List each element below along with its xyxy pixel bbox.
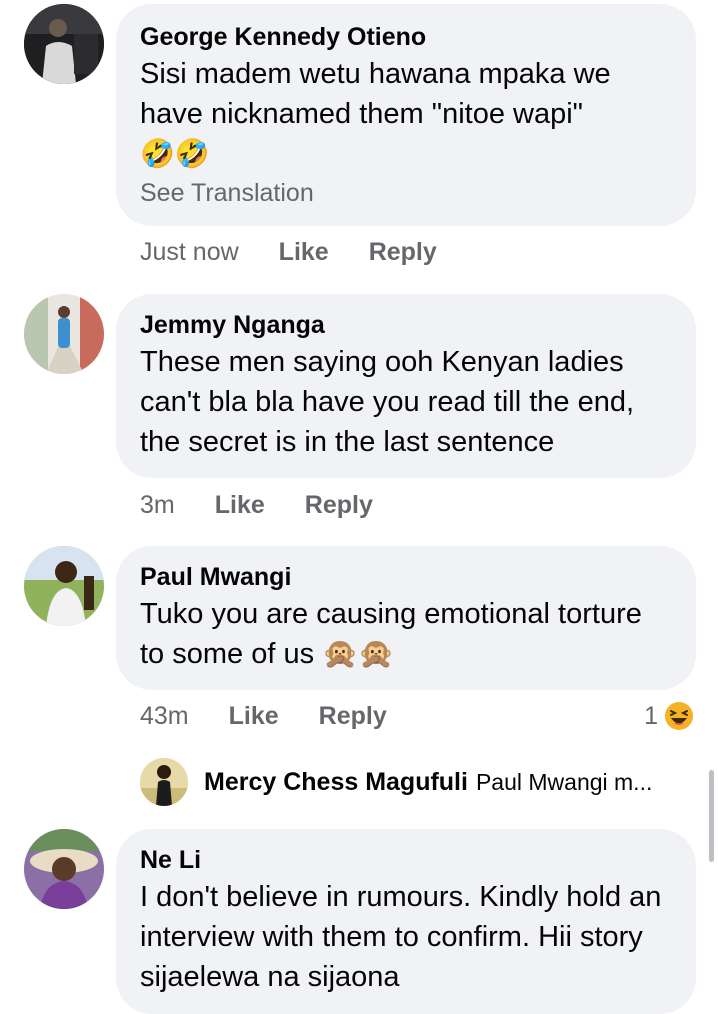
- reply-author-name[interactable]: Mercy Chess Magufuli: [204, 768, 468, 797]
- avatar[interactable]: [24, 294, 104, 374]
- commenter-name[interactable]: Paul Mwangi: [140, 560, 672, 594]
- see-translation-link[interactable]: See Translation: [140, 176, 672, 210]
- rolling-laughing-emoji-icon: 🤣🤣: [140, 138, 210, 169]
- comment-text: Sisi madem wetu hawana mpaka we have nic…: [140, 58, 611, 130]
- commenter-name[interactable]: Ne Li: [140, 843, 672, 877]
- reply-button[interactable]: Reply: [305, 491, 373, 520]
- reply-preview[interactable]: Mercy Chess Magufuli Paul Mwangi m...: [140, 757, 700, 807]
- commenter-name[interactable]: George Kennedy Otieno: [140, 20, 672, 54]
- commenter-name[interactable]: Jemmy Nganga: [140, 308, 672, 342]
- comment-bubble: Ne Li I don't believe in rumours. Kindly…: [116, 829, 696, 1014]
- avatar[interactable]: [24, 4, 104, 84]
- comment-timestamp: Just now: [140, 237, 239, 266]
- avatar[interactable]: [24, 546, 104, 626]
- reply-button[interactable]: Reply: [319, 702, 387, 731]
- person-photo-icon: [140, 758, 188, 806]
- comment-bubble: George Kennedy Otieno Sisi madem wetu ha…: [116, 4, 696, 226]
- like-button[interactable]: Like: [279, 238, 329, 267]
- comment-text: These men saying ooh Kenyan ladies can't…: [140, 346, 635, 458]
- avatar[interactable]: [140, 758, 188, 806]
- comment-actions: 3m Like Reply: [140, 485, 413, 525]
- avatar[interactable]: [24, 829, 104, 909]
- person-photo-icon: [24, 546, 104, 626]
- reaction-count: 1: [644, 701, 658, 730]
- scrollbar[interactable]: [709, 770, 714, 862]
- comment-timestamp: 3m: [140, 490, 175, 519]
- reply-snippet: Paul Mwangi m...: [475, 768, 653, 795]
- comment-bubble: Paul Mwangi Tuko you are causing emotion…: [116, 546, 696, 690]
- reply-button[interactable]: Reply: [369, 238, 437, 267]
- comment-actions: Just now Like Reply: [140, 232, 477, 272]
- comment-text: I don't believe in rumours. Kindly hold …: [140, 881, 662, 993]
- comment-timestamp: 43m: [140, 701, 189, 730]
- comment-text: Tuko you are causing emotional torture t…: [140, 594, 672, 674]
- laughing-emoji-icon: [663, 700, 695, 732]
- person-photo-icon: [24, 294, 104, 374]
- person-photo-icon: [24, 4, 104, 84]
- like-button[interactable]: Like: [215, 491, 265, 520]
- see-no-evil-monkey-emoji-icon: 🙊🙊: [322, 638, 395, 670]
- person-photo-icon: [24, 829, 104, 909]
- comment-bubble: Jemmy Nganga These men saying ooh Kenyan…: [116, 294, 696, 478]
- reaction-summary[interactable]: 1: [644, 696, 696, 736]
- like-button[interactable]: Like: [229, 702, 279, 731]
- comment-actions: 43m Like Reply: [140, 696, 427, 736]
